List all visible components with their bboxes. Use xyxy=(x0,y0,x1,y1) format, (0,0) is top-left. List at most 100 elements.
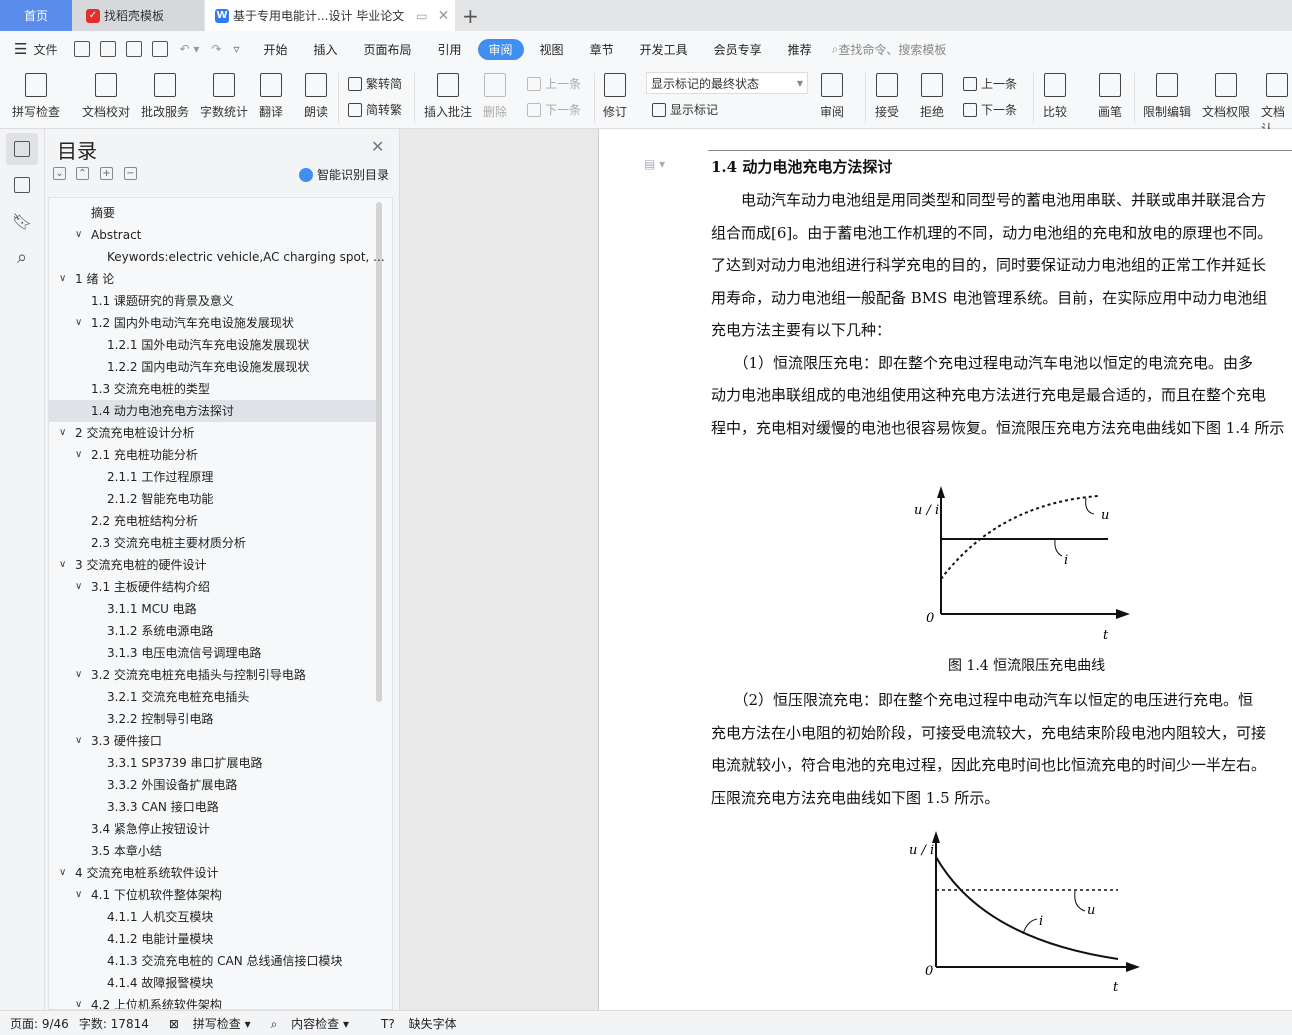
chevron-down-icon[interactable]: ∨ xyxy=(75,730,82,752)
menu-layout[interactable]: 页面布局 xyxy=(354,38,422,61)
compare-button[interactable]: 比较 xyxy=(1043,71,1067,120)
toc-item[interactable]: ∨ 2 交流充电桩设计分析 xyxy=(49,422,376,444)
read-aloud-button[interactable]: 朗读 xyxy=(304,71,328,120)
chevron-down-icon[interactable]: ∨ xyxy=(75,884,82,906)
markup-state-select[interactable]: 显示标记的最终状态 ▼ xyxy=(646,72,808,94)
toc-item[interactable]: ∨ 4.2 上位机系统软件架构 xyxy=(49,994,376,1009)
word-count-button[interactable]: 字数统计 xyxy=(200,71,248,120)
toc-item[interactable]: 1.1 课题研究的背景及意义 xyxy=(49,290,376,312)
spell-check-status[interactable]: ⊠ 拼写检查 ▾ xyxy=(159,1015,251,1032)
toc-item[interactable]: 4.1.2 电能计量模块 xyxy=(49,928,376,950)
redo-icon[interactable]: ↷ xyxy=(211,42,221,56)
toc-item[interactable]: ∨ 3.3 硬件接口 xyxy=(49,730,376,752)
toc-item[interactable]: 3.3.3 CAN 接口电路 xyxy=(49,796,376,818)
simp-to-trad-button[interactable]: 简转繁 xyxy=(348,101,402,118)
word-count[interactable]: 字数: 17814 xyxy=(79,1015,149,1032)
accept-button[interactable]: 接受 xyxy=(875,71,899,120)
doc-cert-button[interactable]: 文档认 xyxy=(1261,71,1292,137)
toc-item[interactable]: 4.1.4 故障报警模块 xyxy=(49,972,376,994)
print-icon[interactable] xyxy=(126,41,143,57)
toc-item[interactable]: 摘要 xyxy=(49,202,376,224)
chevron-down-icon[interactable]: ∨ xyxy=(75,664,82,686)
toc-item[interactable]: 1.2.2 国内电动汽车充电设施发展现状 xyxy=(49,356,376,378)
tab-template[interactable]: ✓ 找稻壳模板 xyxy=(72,0,204,31)
toc-item[interactable]: 3.1.3 电压电流信号调理电路 xyxy=(49,642,376,664)
toc-item[interactable]: ∨ 2.1 充电桩功能分析 xyxy=(49,444,376,466)
toc-item[interactable]: 2.2 充电桩结构分析 xyxy=(49,510,376,532)
chevron-down-icon[interactable]: ∨ xyxy=(59,554,66,576)
toc-item[interactable]: ∨ 4 交流充电桩系统软件设计 xyxy=(49,862,376,884)
toc-item[interactable]: 3.3.2 外围设备扩展电路 xyxy=(49,774,376,796)
toc-item[interactable]: ∨ 1.2 国内外电动汽车充电设施发展现状 xyxy=(49,312,376,334)
tab-home[interactable]: 首页 xyxy=(0,0,72,31)
toc-item[interactable]: ∨ Abstract xyxy=(49,224,376,246)
save-icon[interactable] xyxy=(74,41,91,57)
menu-start[interactable]: 开始 xyxy=(253,38,297,61)
menu-insert[interactable]: 插入 xyxy=(303,38,347,61)
chevron-down-icon[interactable]: ∨ xyxy=(59,268,66,290)
toc-item[interactable]: 3.2.2 控制导引电路 xyxy=(49,708,376,730)
hamburger-icon[interactable]: ☰ xyxy=(14,40,27,58)
next-comment-button[interactable]: 下一条 xyxy=(527,101,581,118)
toc-item[interactable]: 3.2.1 交流充电桩充电插头 xyxy=(49,686,376,708)
remove-level-button[interactable]: − xyxy=(124,167,137,180)
chevron-down-icon[interactable]: ∨ xyxy=(75,224,82,246)
export-icon[interactable] xyxy=(100,41,117,57)
restrict-edit-button[interactable]: 限制编辑 xyxy=(1143,71,1191,120)
close-icon[interactable]: ✕ xyxy=(371,137,384,156)
menu-recommend[interactable]: 推荐 xyxy=(778,38,822,61)
expand-up-button[interactable]: ⌃ xyxy=(76,167,89,180)
insert-comment-button[interactable]: 插入批注 xyxy=(424,71,472,120)
toc-item[interactable]: ∨ 1 绪 论 xyxy=(49,268,376,290)
toc-item[interactable]: ∨ 3.2 交流充电桩充电插头与控制引导电路 xyxy=(49,664,376,686)
command-search-input[interactable]: 查找命令、搜索模板 xyxy=(838,41,946,58)
review-pane-button[interactable]: 审阅 xyxy=(820,71,844,120)
translate-button[interactable]: 翻译 xyxy=(259,71,283,120)
toc-item[interactable]: 1.2.1 国外电动汽车充电设施发展现状 xyxy=(49,334,376,356)
paragraph-menu-icon[interactable]: ▤ ▾ xyxy=(644,157,665,171)
add-level-button[interactable]: + xyxy=(100,167,113,180)
more-icon[interactable]: ▿ xyxy=(233,42,239,56)
toc-item[interactable]: ∨ 3.1 主板硬件结构介绍 xyxy=(49,576,376,598)
correction-button[interactable]: 批改服务 xyxy=(141,71,189,120)
chevron-down-icon[interactable]: ∨ xyxy=(59,862,66,884)
menu-developer[interactable]: 开发工具 xyxy=(630,38,698,61)
chapter-nav-button[interactable] xyxy=(6,169,38,201)
menu-member[interactable]: 会员专享 xyxy=(704,38,772,61)
chevron-down-icon[interactable]: ∨ xyxy=(75,312,82,334)
toc-item[interactable]: 2.1.2 智能充电功能 xyxy=(49,488,376,510)
missing-font-status[interactable]: T? 缺失字体 xyxy=(371,1015,457,1032)
chevron-down-icon[interactable]: ∨ xyxy=(75,576,82,598)
monitor-icon[interactable]: ▭ xyxy=(416,9,427,23)
spell-check-button[interactable]: 拼写检查 xyxy=(12,71,60,120)
collapse-all-button[interactable]: ⌄ xyxy=(53,167,66,180)
toc-item[interactable]: 3.4 紧急停止按钮设计 xyxy=(49,818,376,840)
smart-toc-button[interactable]: 智能识别目录 xyxy=(299,166,389,183)
bookmark-button[interactable]: 🔖︎ xyxy=(6,205,38,237)
toc-item[interactable]: 2.1.1 工作过程原理 xyxy=(49,466,376,488)
menu-review[interactable]: 审阅 xyxy=(477,38,524,60)
menu-references[interactable]: 引用 xyxy=(428,38,472,61)
toc-item[interactable]: 1.4 动力电池充电方法探讨 xyxy=(49,400,376,422)
prev-comment-button[interactable]: 上一条 xyxy=(527,75,581,92)
chevron-down-icon[interactable]: ∨ xyxy=(75,994,82,1009)
menu-section[interactable]: 章节 xyxy=(580,38,624,61)
toc-item[interactable]: 2.3 交流充电桩主要材质分析 xyxy=(49,532,376,554)
chevron-down-icon[interactable]: ∨ xyxy=(75,444,82,466)
toc-nav-button[interactable] xyxy=(6,133,38,165)
find-button[interactable]: ⌕ xyxy=(6,241,38,273)
toc-item[interactable]: 4.1.3 交流充电桩的 CAN 总线通信接口模块 xyxy=(49,950,376,972)
toc-item[interactable]: 1.3 交流充电桩的类型 xyxy=(49,378,376,400)
toc-item[interactable]: ∨ 4.1 下位机软件整体架构 xyxy=(49,884,376,906)
toc-item[interactable]: 3.3.1 SP3739 串口扩展电路 xyxy=(49,752,376,774)
page-indicator[interactable]: 页面: 9/46 xyxy=(10,1015,69,1032)
new-tab-button[interactable]: + xyxy=(462,0,479,31)
print-preview-icon[interactable] xyxy=(152,41,169,57)
show-markup-button[interactable]: 显示标记 xyxy=(652,101,718,118)
scrollbar[interactable] xyxy=(376,202,382,702)
track-changes-button[interactable]: 修订 xyxy=(603,71,627,120)
pen-button[interactable]: 画笔 xyxy=(1098,71,1122,120)
toc-item[interactable]: 3.5 本章小结 xyxy=(49,840,376,862)
toc-item[interactable]: 3.1.1 MCU 电路 xyxy=(49,598,376,620)
close-tab-icon[interactable]: ✕ xyxy=(438,8,450,24)
